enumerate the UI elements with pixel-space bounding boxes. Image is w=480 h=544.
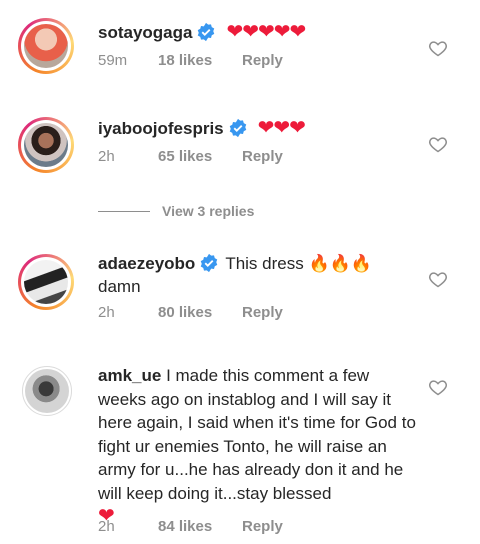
comment-text: adaezeyobo This dress 🔥🔥🔥 damn [98,252,420,298]
divider [98,210,150,212]
heart-outline-icon[interactable] [428,38,448,58]
comment-body: I made this comment a few weeks ago on i… [98,366,416,503]
likes-count[interactable]: 80 likes [158,304,212,321]
view-replies-button[interactable]: View 3 replies [98,203,254,219]
avatar[interactable] [18,18,74,74]
comment-time: 2h [98,148,115,165]
view-replies-label: View 3 replies [162,203,255,219]
comment-time: 2h [98,518,115,535]
comment-meta: 2h 80 likes Reply [98,304,283,321]
comment-text: iyaboojofespris ❤❤❤ [98,117,420,140]
username[interactable]: iyaboojofespris [98,119,224,138]
reply-button[interactable]: Reply [242,304,283,321]
likes-count[interactable]: 18 likes [158,52,212,69]
username[interactable]: adaezeyobo [98,254,195,273]
reply-button[interactable]: Reply [242,148,283,165]
verified-badge-icon [229,118,246,138]
comment-body-line2: damn [98,277,141,296]
avatar[interactable] [18,254,74,310]
comment-emojis: ❤❤❤❤❤ [226,21,306,43]
comment-emojis: 🔥🔥🔥 [308,254,372,273]
comment-meta: 2h 84 likes Reply [98,518,283,535]
reply-button[interactable]: Reply [242,52,283,69]
verified-badge-icon [198,22,215,42]
reply-button[interactable]: Reply [242,518,283,535]
comment-time: 2h [98,304,115,321]
comment-text: sotayogaga ❤❤❤❤❤ [98,21,420,44]
comment-emojis: ❤❤❤ [257,117,306,139]
likes-count[interactable]: 84 likes [158,518,212,535]
comment-meta: 2h 65 likes Reply [98,148,283,165]
avatar[interactable] [18,117,74,173]
username[interactable]: amk_ue [98,366,161,385]
comment-meta: 59m 18 likes Reply [98,52,283,69]
comment-text: amk_ue I made this comment a few weeks a… [98,364,420,529]
username[interactable]: sotayogaga [98,23,192,42]
heart-outline-icon[interactable] [428,134,448,154]
comment-body: This dress [225,254,304,273]
avatar[interactable] [18,362,74,418]
verified-badge-icon [201,253,218,273]
likes-count[interactable]: 65 likes [158,148,212,165]
comment-time: 59m [98,52,128,69]
heart-outline-icon[interactable] [428,269,448,289]
heart-outline-icon[interactable] [428,377,448,397]
